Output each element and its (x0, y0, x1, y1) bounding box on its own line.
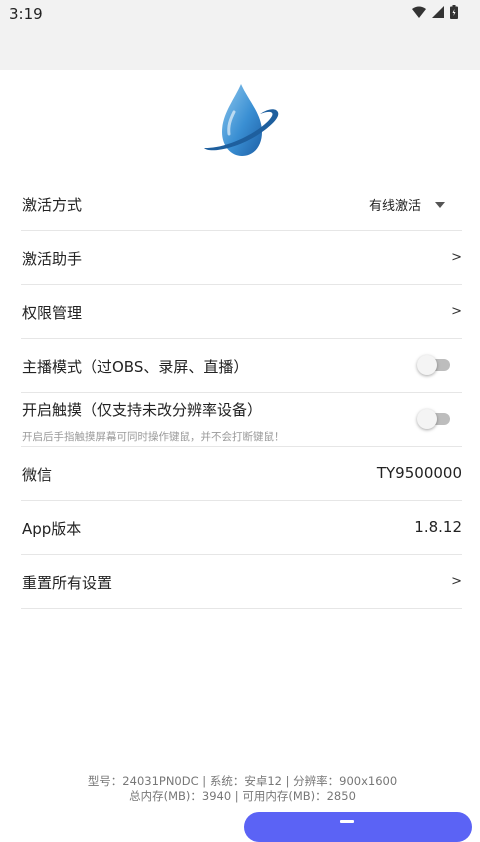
button-glyph-icon (340, 820, 354, 823)
activation-mode-select[interactable]: 有线激活 (369, 195, 445, 214)
activation-helper-row[interactable]: 激活助手 > (21, 231, 462, 285)
signal-icon (432, 6, 444, 18)
bottom-action-button[interactable] (244, 812, 472, 842)
reset-row[interactable]: 重置所有设置 > (21, 555, 462, 609)
status-bar: 3:19 (0, 0, 480, 70)
toggle-knob (417, 355, 437, 375)
chevron-right-icon: > (451, 574, 462, 589)
activation-mode-label: 激活方式 (22, 196, 83, 214)
activation-mode-row[interactable]: 激活方式 有线激活 (21, 177, 462, 231)
touch-toggle[interactable] (417, 409, 450, 429)
device-info: 型号：24031PN0DC | 系统：安卓12 | 分辨率：900x1600 总… (0, 774, 480, 804)
chevron-right-icon: > (451, 250, 462, 265)
chevron-down-icon (435, 201, 445, 208)
device-info-line1: 型号：24031PN0DC | 系统：安卓12 | 分辨率：900x1600 (87, 774, 398, 788)
activation-helper-label: 激活助手 (22, 250, 83, 268)
permissions-label: 权限管理 (22, 304, 83, 322)
wechat-value: TY9500000 (376, 464, 462, 482)
wifi-icon (412, 6, 426, 18)
app-version-row: App版本 1.8.12 (21, 501, 462, 555)
streamer-mode-label: 主播模式（过OBS、录屏、直播） (22, 358, 249, 376)
wechat-label: 微信 (22, 466, 53, 484)
app-logo-icon (204, 84, 279, 156)
wechat-row: 微信 TY9500000 (21, 447, 462, 501)
touch-label: 开启触摸（仅支持未改分辨率设备） (22, 401, 263, 419)
touch-description: 开启后手指触摸屏幕可同时操作键鼠，并不会打断键鼠！ (22, 431, 285, 443)
battery-icon (450, 5, 458, 19)
app-version-value: 1.8.12 (414, 518, 462, 536)
permissions-row[interactable]: 权限管理 > (21, 285, 462, 339)
touch-row: 开启触摸（仅支持未改分辨率设备） 开启后手指触摸屏幕可同时操作键鼠，并不会打断键… (21, 393, 462, 447)
activation-mode-value: 有线激活 (368, 199, 421, 214)
app-version-label: App版本 (22, 520, 82, 538)
settings-list: 激活方式 有线激活 激活助手 > 权限管理 > 主播模式（过OBS、录屏、直播）… (21, 177, 462, 609)
streamer-mode-toggle[interactable] (417, 355, 450, 375)
status-time: 3:19 (9, 5, 43, 23)
reset-label: 重置所有设置 (22, 574, 113, 592)
toggle-knob (417, 409, 437, 429)
status-icons (412, 5, 458, 19)
streamer-mode-row: 主播模式（过OBS、录屏、直播） (21, 339, 462, 393)
chevron-right-icon: > (451, 304, 462, 319)
device-info-line2: 总内存(MB)：3940 | 可用内存(MB)：2850 (129, 789, 356, 803)
